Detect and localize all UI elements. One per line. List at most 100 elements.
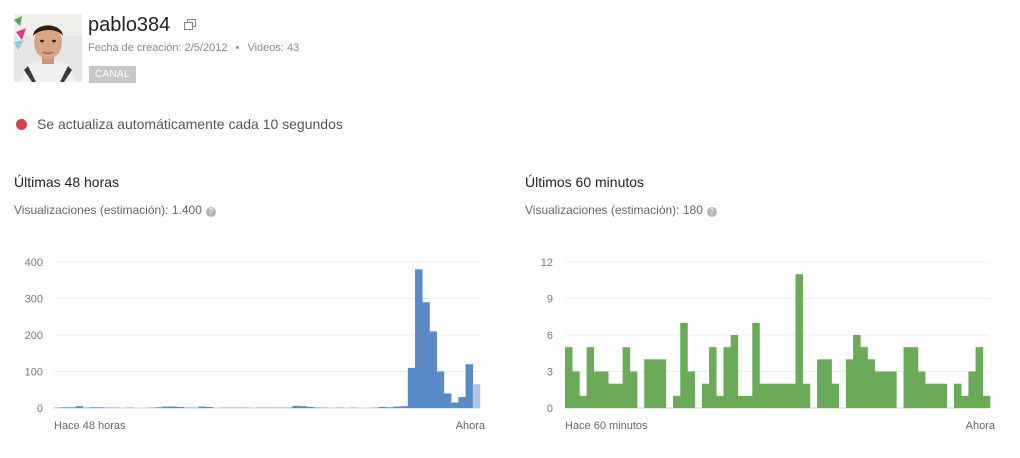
chart-bar: [378, 406, 387, 408]
x-start-label: Hace 60 minutos: [565, 420, 648, 432]
chart-bar: [982, 395, 991, 408]
external-link-icon[interactable]: [184, 19, 196, 31]
y-tick-label: 200: [25, 330, 43, 342]
chart-bar: [299, 406, 308, 408]
chart-bar: [198, 406, 206, 408]
right-panel-title: Últimos 60 minutos: [525, 174, 645, 190]
chart-bar: [752, 322, 760, 408]
chart-bar: [824, 359, 832, 408]
y-tick-label: 9: [547, 294, 553, 306]
chart-bar: [176, 406, 185, 408]
chart-bar: [75, 406, 84, 408]
chart-bar: [968, 371, 976, 408]
chart-bar: [169, 406, 178, 408]
right-panel-views: Visualizaciones (estimación): 180?: [525, 203, 717, 217]
chart-bar: [629, 371, 638, 408]
chart-bar: [465, 364, 474, 408]
left-views-label: Visualizaciones (estimación): 1.400: [14, 203, 202, 217]
chart-bar: [737, 395, 746, 408]
chart-bar: [61, 407, 69, 408]
y-tick-label: 12: [541, 257, 553, 269]
chart-bar: [831, 383, 840, 408]
chart-bar: [860, 347, 868, 408]
x-end-label: Ahora: [966, 420, 996, 432]
chart-bar: [845, 359, 854, 408]
videos-count: 43: [287, 42, 300, 54]
chart-bar: [443, 393, 452, 408]
left-panel-title: Últimas 48 horas: [14, 174, 120, 190]
chart-bar: [458, 397, 466, 408]
chart-bar: [673, 395, 681, 408]
chart-bar: [90, 407, 98, 408]
x-start-label: Hace 48 horas: [54, 420, 126, 432]
y-tick-label: 0: [547, 403, 553, 415]
created-date: 2/5/2012: [184, 42, 228, 54]
y-tick-label: 100: [25, 367, 43, 379]
chart-bar: [817, 359, 825, 408]
chart-bar: [429, 331, 437, 408]
chart-bar: [400, 406, 409, 408]
help-icon[interactable]: ?: [706, 207, 717, 217]
chart-bar: [939, 383, 948, 408]
chart-bar: [961, 395, 969, 408]
live-status-dot: [16, 119, 27, 130]
chart-bar: [881, 371, 890, 408]
chart-bar: [472, 384, 481, 408]
chart-bar: [781, 383, 789, 408]
chart-bar: [766, 383, 775, 408]
chart-bar: [953, 383, 962, 408]
chart-bar: [701, 383, 710, 408]
chart-bar: [306, 406, 315, 408]
left-panel-views: Visualizaciones (estimación): 1.400?: [14, 203, 216, 217]
chart-bar: [853, 335, 861, 408]
chart-bar: [565, 347, 573, 408]
chart-bar: [874, 371, 883, 408]
chart-bar: [292, 405, 300, 408]
y-tick-label: 0: [37, 403, 43, 415]
chart-bar: [451, 402, 459, 408]
videos-label: Videos:: [247, 42, 284, 54]
y-tick-label: 3: [547, 367, 553, 379]
created-label: Fecha de creación:: [88, 42, 182, 54]
chart-bar: [579, 395, 587, 408]
chart-bar: [658, 359, 667, 408]
channel-badge: CANAL: [89, 66, 136, 83]
y-tick-label: 400: [25, 257, 43, 269]
chart-bar: [788, 383, 796, 408]
chart-bar: [622, 347, 631, 408]
chart-bar: [608, 383, 616, 408]
channel-avatar[interactable]: [14, 14, 82, 82]
chart-bar: [795, 274, 804, 408]
chart-bar: [586, 347, 595, 408]
chart-bar: [687, 371, 695, 408]
chart-bar: [716, 395, 724, 408]
views-60min-chart: 0 3 6 9 12 Hace 60 minutos Ahora: [541, 257, 996, 432]
chart-bar: [889, 371, 897, 408]
chart-bar: [644, 359, 652, 408]
chart-bar: [917, 371, 926, 408]
chart-bar: [759, 383, 767, 408]
chart-bar: [436, 371, 445, 408]
views-48h-chart: 0 100 200 300 400 Hace 48 horas Ahora: [25, 257, 486, 432]
chart-bar: [680, 322, 688, 408]
chart-bar: [723, 347, 731, 408]
chart-bar: [802, 383, 811, 408]
chart-bar: [593, 371, 602, 408]
chart-bar: [651, 359, 659, 408]
chart-bar: [601, 371, 609, 408]
chart-bar: [745, 395, 753, 408]
channel-name[interactable]: pablo384: [88, 14, 170, 37]
auto-update-text: Se actualiza automáticamente cada 10 seg…: [37, 116, 343, 132]
chart-bar: [773, 383, 782, 408]
chart-bar: [386, 407, 394, 408]
chart-bar: [162, 406, 170, 408]
chart-bar: [407, 367, 416, 408]
chart-bar: [925, 383, 933, 408]
y-tick-label: 300: [25, 294, 43, 306]
chart-bar: [393, 406, 401, 408]
chart-bar: [205, 406, 214, 408]
chart-bar: [615, 383, 623, 408]
y-tick-label: 6: [547, 330, 553, 342]
chart-bar: [867, 359, 876, 408]
help-icon[interactable]: ?: [205, 207, 216, 217]
